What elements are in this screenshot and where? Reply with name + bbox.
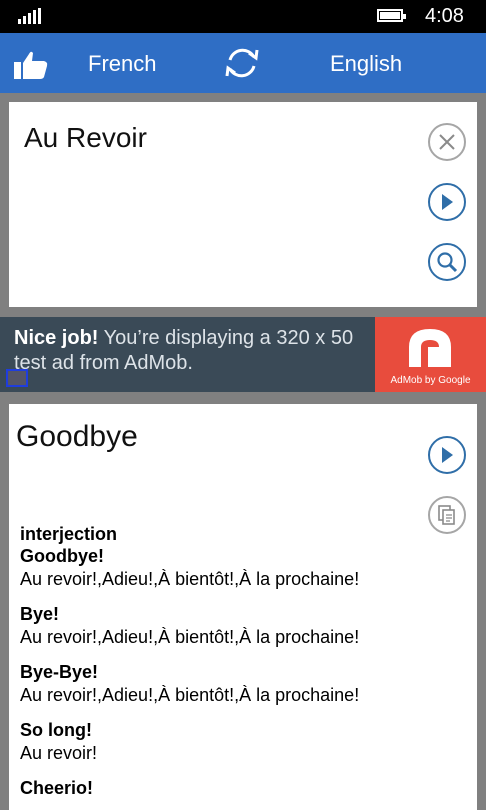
search-button[interactable]	[428, 243, 466, 281]
play-icon	[442, 194, 453, 210]
status-bar: 4:08	[0, 0, 486, 33]
entry-term: So long!	[20, 720, 92, 740]
ad-text: Nice job! You’re displaying a 320 x 50 t…	[14, 327, 354, 374]
ad-banner[interactable]: Nice job! You’re displaying a 320 x 50 t…	[0, 317, 486, 392]
admob-icon	[409, 329, 451, 367]
target-language-selector[interactable]: English	[330, 51, 402, 77]
swap-languages-icon[interactable]	[222, 43, 262, 83]
close-icon	[439, 134, 455, 150]
play-source-button[interactable]	[428, 183, 466, 221]
entry-translations: Au revoir!,Adieu!,À bientôt!,À la procha…	[20, 685, 360, 705]
clear-button[interactable]	[428, 123, 466, 161]
list-item: So long! Au revoir!	[20, 719, 460, 765]
definitions-list: interjection Goodbye! Au revoir!,Adieu!,…	[20, 523, 460, 810]
source-text-input[interactable]: Au Revoir	[24, 122, 147, 154]
source-language-selector[interactable]: French	[88, 51, 156, 77]
entry-term: Cheerio!	[20, 778, 94, 798]
info-icon[interactable]	[6, 369, 28, 387]
battery-icon	[377, 9, 406, 22]
search-icon	[437, 252, 458, 273]
result-panel: Goodbye interjection Goodbye! Au revoir!…	[9, 404, 477, 810]
entry-term: Bye!	[20, 604, 60, 624]
ad-brand-label: AdMob by Google	[390, 375, 471, 386]
play-translation-button[interactable]	[428, 436, 466, 474]
part-of-speech: interjection	[20, 524, 118, 544]
language-bar: French English	[0, 33, 486, 93]
translation-title: Goodbye	[16, 420, 138, 453]
clock: 4:08	[425, 5, 464, 27]
play-icon	[442, 447, 453, 463]
list-item: Goodbye! Au revoir!,Adieu!,À bientôt!,À …	[20, 545, 460, 591]
thumbs-up-icon[interactable]	[14, 50, 48, 80]
list-item: Bye-Bye! Au revoir!,Adieu!,À bientôt!,À …	[20, 661, 460, 707]
signal-bars-icon	[18, 8, 42, 24]
list-item: Bye! Au revoir!,Adieu!,À bientôt!,À la p…	[20, 603, 460, 649]
list-item: Cheerio!	[20, 777, 460, 799]
input-panel: Au Revoir	[9, 102, 477, 307]
entry-translations: Au revoir!,Adieu!,À bientôt!,À la procha…	[20, 627, 360, 647]
entry-term: Goodbye!	[20, 546, 104, 566]
entry-translations: Au revoir!	[20, 743, 98, 763]
entry-term: Bye-Bye!	[20, 662, 99, 682]
entry-translations: Au revoir!,Adieu!,À bientôt!,À la procha…	[20, 569, 360, 589]
admob-logo: AdMob by Google	[375, 317, 486, 392]
